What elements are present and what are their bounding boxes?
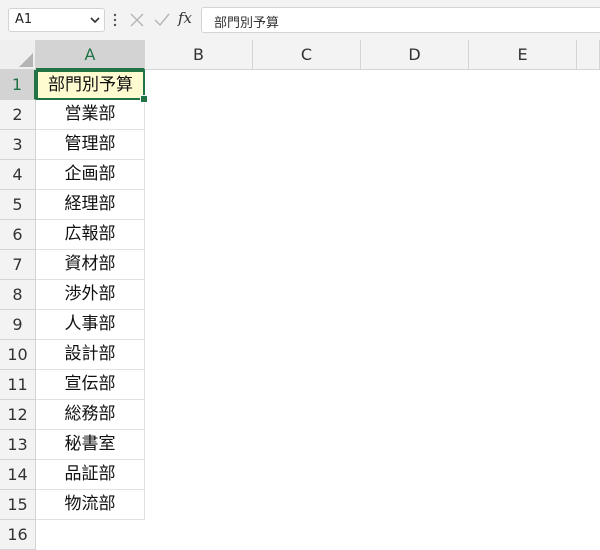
row-header-12[interactable]: 12 — [0, 400, 36, 430]
cell-a6[interactable]: 広報部 — [36, 220, 145, 250]
row-header-1[interactable]: 1 — [0, 70, 36, 100]
checkmark-icon[interactable] — [153, 11, 171, 29]
column-header-c[interactable]: C — [253, 40, 361, 70]
insert-function-icon[interactable]: fx — [178, 9, 192, 27]
active-cell-a1[interactable]: 部門別予算 — [36, 70, 145, 100]
cell-a7[interactable]: 資材部 — [36, 250, 145, 280]
cell-a8[interactable]: 渉外部 — [36, 280, 145, 310]
cell-a9[interactable]: 人事部 — [36, 310, 145, 340]
select-all-triangle-icon — [19, 53, 33, 67]
cell-a4[interactable]: 企画部 — [36, 160, 145, 190]
cell-a15[interactable]: 物流部 — [36, 490, 145, 520]
row-header-16[interactable]: 16 — [0, 520, 36, 550]
name-box-value: A1 — [15, 12, 33, 27]
select-all-corner[interactable] — [0, 40, 36, 70]
column-header-e[interactable]: E — [469, 40, 577, 70]
formula-value: 部門別予算 — [214, 16, 280, 31]
cell-a2[interactable]: 営業部 — [36, 100, 145, 130]
spreadsheet-grid: ABCDE 1 2 3 4 5 6 7 8 9 10 11 12 13 14 15 16 部門別予算 営業部 管理… — [0, 40, 600, 550]
row-header-10[interactable]: 10 — [0, 340, 36, 370]
formula-bar: A1 fx 部門別予算 — [0, 0, 600, 40]
row-header-7[interactable]: 7 — [0, 250, 36, 280]
column-header-b[interactable]: B — [145, 40, 253, 70]
cell-a10[interactable]: 設計部 — [36, 340, 145, 370]
row-header-9[interactable]: 9 — [0, 310, 36, 340]
cancel-icon[interactable] — [128, 11, 146, 29]
column-header-overflow[interactable] — [577, 40, 600, 70]
cell-a3[interactable]: 管理部 — [36, 130, 145, 160]
name-box[interactable]: A1 — [8, 8, 105, 32]
cell-a5[interactable]: 経理部 — [36, 190, 145, 220]
cell-a16[interactable] — [36, 520, 145, 550]
row-header-3[interactable]: 3 — [0, 130, 36, 160]
row-header-4[interactable]: 4 — [0, 160, 36, 190]
row-header-5[interactable]: 5 — [0, 190, 36, 220]
cell-a11[interactable]: 宣伝部 — [36, 370, 145, 400]
formula-input[interactable]: 部門別予算 — [201, 7, 600, 33]
more-options-icon[interactable] — [112, 12, 118, 28]
cell-a14[interactable]: 品証部 — [36, 460, 145, 490]
row-header-14[interactable]: 14 — [0, 460, 36, 490]
chevron-down-icon[interactable] — [90, 15, 100, 25]
row-header-15[interactable]: 15 — [0, 490, 36, 520]
cell-a12[interactable]: 総務部 — [36, 400, 145, 430]
row-header-11[interactable]: 11 — [0, 370, 36, 400]
column-header-d[interactable]: D — [361, 40, 469, 70]
row-header-8[interactable]: 8 — [0, 280, 36, 310]
row-header-13[interactable]: 13 — [0, 430, 36, 460]
cell-a13[interactable]: 秘書室 — [36, 430, 145, 460]
column-header-a[interactable]: A — [36, 40, 145, 70]
row-header-6[interactable]: 6 — [0, 220, 36, 250]
fill-handle[interactable] — [140, 95, 148, 103]
row-header-2[interactable]: 2 — [0, 100, 36, 130]
